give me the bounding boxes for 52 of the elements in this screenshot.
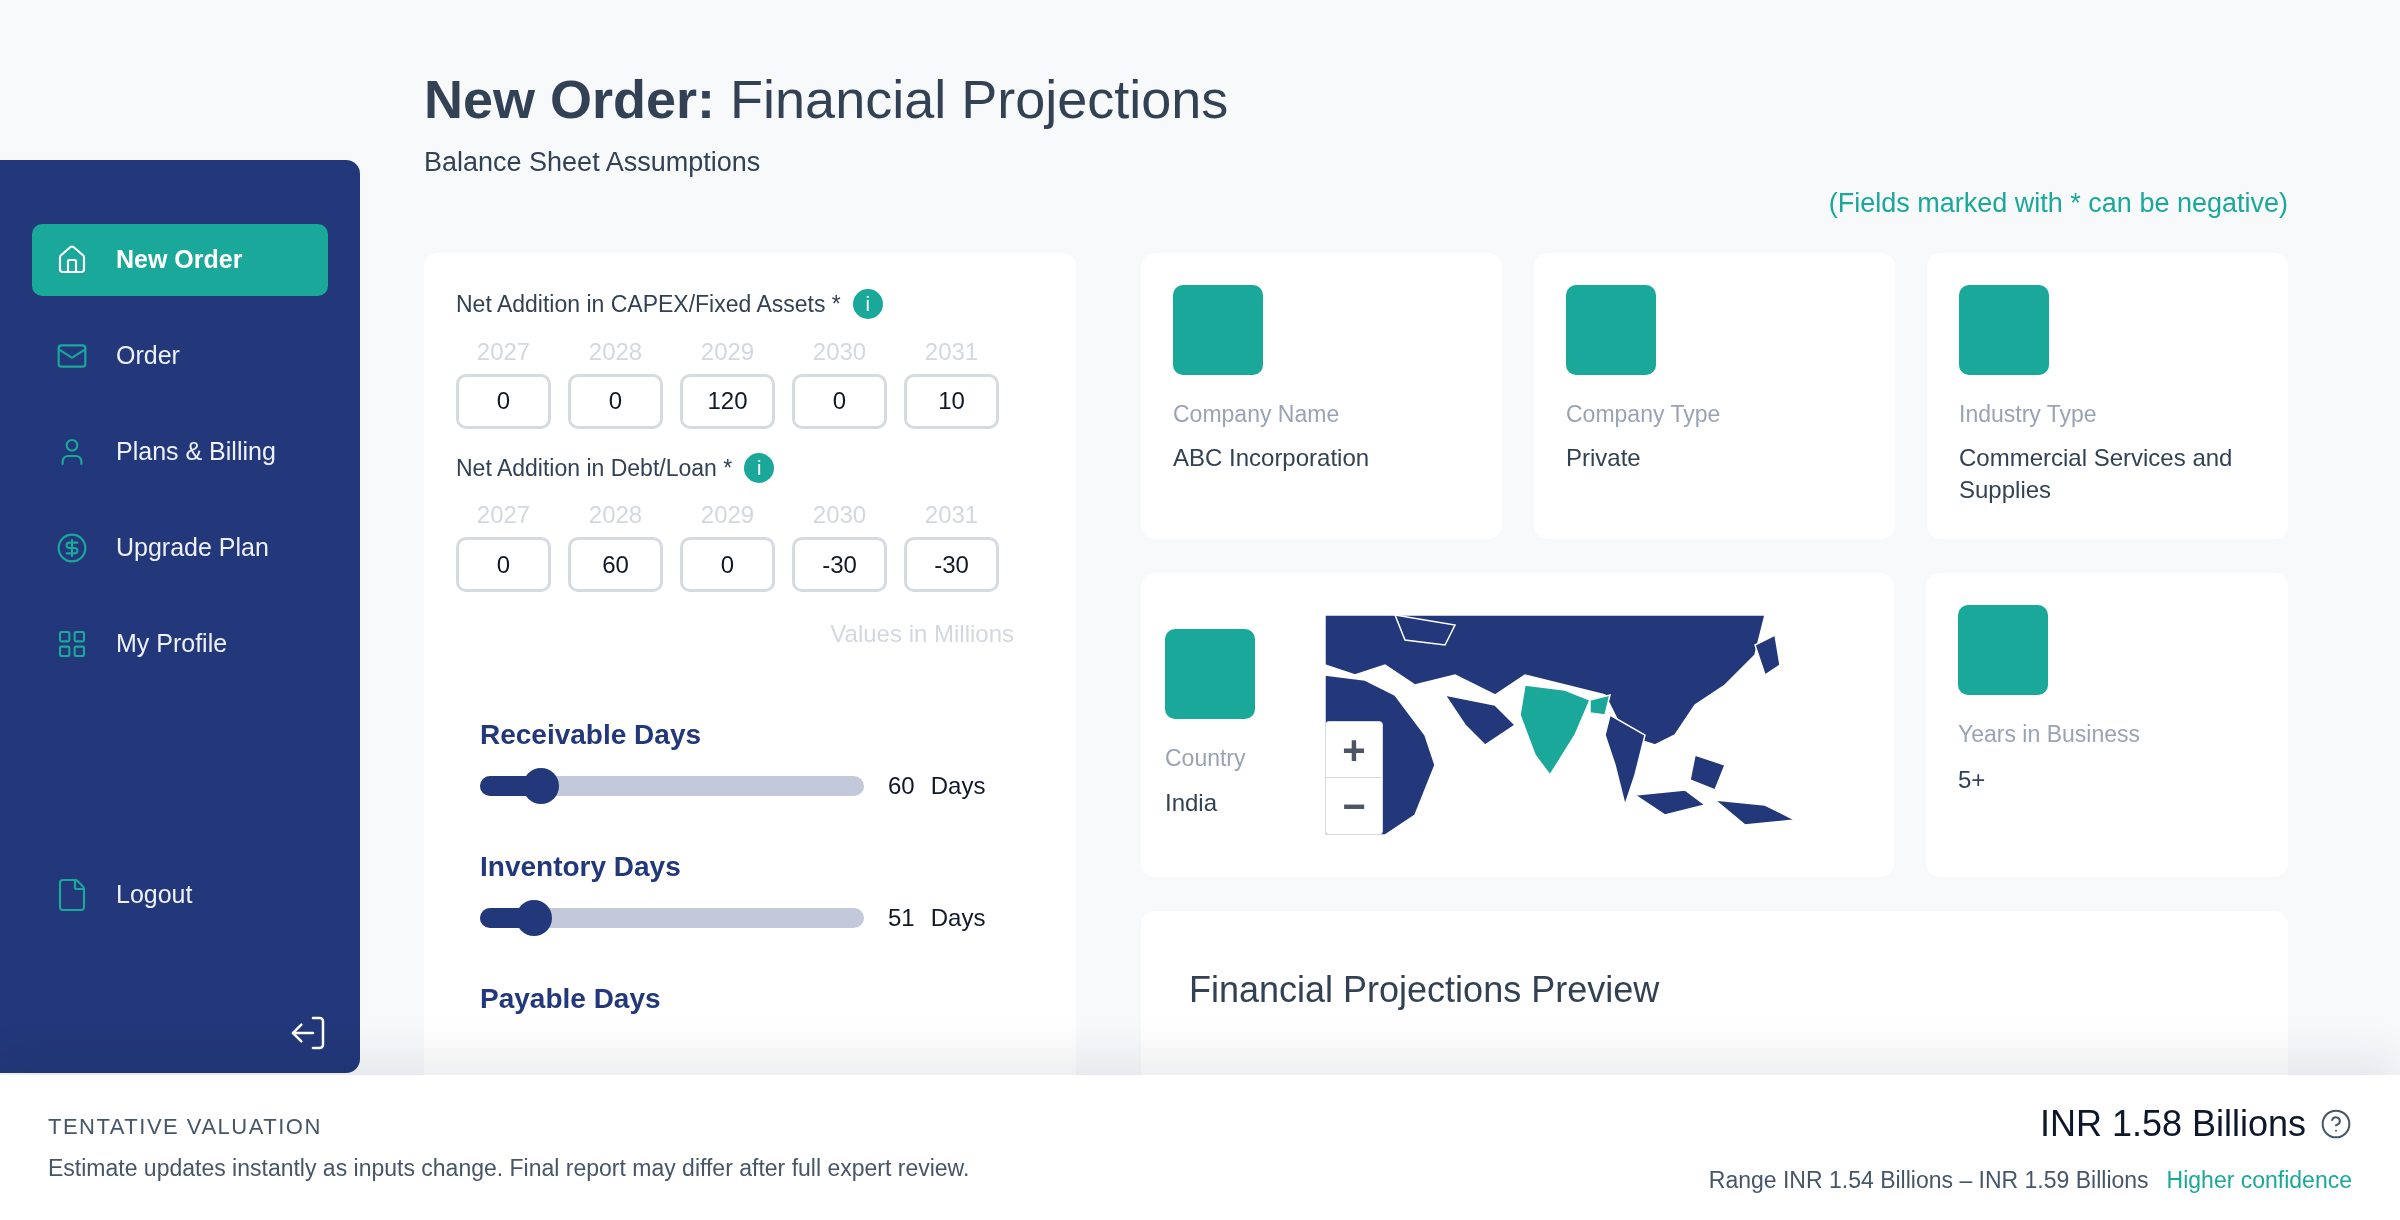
negative-fields-note: (Fields marked with * can be negative) — [1828, 186, 2288, 220]
card-value: India — [1165, 788, 1219, 819]
nav-item[interactable]: Order — [32, 320, 328, 392]
slider-title: Receivable Days — [480, 718, 703, 752]
card-value: ABC Incorporation — [1173, 442, 1371, 473]
zoom-out-button[interactable]: − — [1326, 778, 1382, 834]
value-input[interactable]: -30 — [792, 537, 887, 592]
nav-item[interactable]: My Profile — [32, 608, 328, 680]
zoom-in-button[interactable]: + — [1326, 722, 1382, 778]
page-title: New Order: Financial Projections — [424, 68, 1230, 131]
slider-unit: Days — [930, 771, 986, 801]
nav-item[interactable]: Plans & Billing — [32, 416, 328, 488]
slider-value: 60 — [888, 771, 915, 801]
nav-item[interactable]: Upgrade Plan — [32, 512, 328, 584]
value-input[interactable]: 10 — [904, 373, 999, 429]
slider-title: Inventory Days — [480, 850, 682, 884]
grid-icon — [56, 628, 88, 660]
valuation-amount: INR 1.58 Billions — [2039, 1102, 2306, 1147]
slider-title: Payable Days — [480, 982, 662, 1016]
field-label: Net Addition in CAPEX/Fixed Assets * — [456, 290, 841, 319]
value-input[interactable]: 0 — [456, 537, 551, 592]
slider-value: 51 — [888, 903, 915, 933]
value-input[interactable]: 120 — [680, 373, 775, 429]
valuation-description: Estimate updates instantly as inputs change. Final report may differ after full expert review. — [48, 1153, 970, 1183]
value-input[interactable]: 60 — [568, 537, 663, 592]
value-input[interactable]: 0 — [568, 373, 663, 429]
value-input[interactable]: 0 — [680, 537, 775, 592]
value-input[interactable]: 0 — [792, 373, 887, 429]
slider[interactable] — [480, 900, 864, 936]
home-icon — [56, 244, 88, 276]
card-value: Private — [1566, 442, 1642, 473]
slider[interactable] — [480, 768, 864, 804]
value-input[interactable]: -30 — [904, 537, 999, 592]
valuation-heading: TENTATIVE VALUATION — [48, 1112, 323, 1141]
help-icon[interactable] — [2320, 1108, 2352, 1141]
card-label: Company Name — [1173, 400, 1341, 429]
card-label: Country — [1165, 743, 1247, 773]
field-label: Net Addition in Debt/Loan * — [456, 453, 733, 483]
dollar-icon — [56, 532, 88, 564]
card-label: Company Type — [1566, 400, 1722, 429]
valuation-range: Range INR 1.54 Billions – INR 1.59 Billions — [1708, 1166, 2149, 1196]
card-value: Commercial Services and Supplies — [1959, 442, 2234, 505]
value-input[interactable]: 0 — [456, 373, 551, 429]
page-subtitle: Balance Sheet Assumptions — [424, 146, 762, 179]
confidence-label: Higher confidence — [2166, 1166, 2352, 1196]
logout-link[interactable]: Logout — [32, 865, 328, 925]
card-label: Industry Type — [1959, 400, 2098, 429]
card-label: Years in Business — [1958, 720, 2141, 749]
slider-thumb[interactable] — [523, 768, 560, 804]
card-value: 5+ — [1958, 764, 1987, 795]
slider-unit: Days — [930, 903, 986, 933]
preview-title: Financial Projections Preview — [1189, 969, 1660, 1010]
